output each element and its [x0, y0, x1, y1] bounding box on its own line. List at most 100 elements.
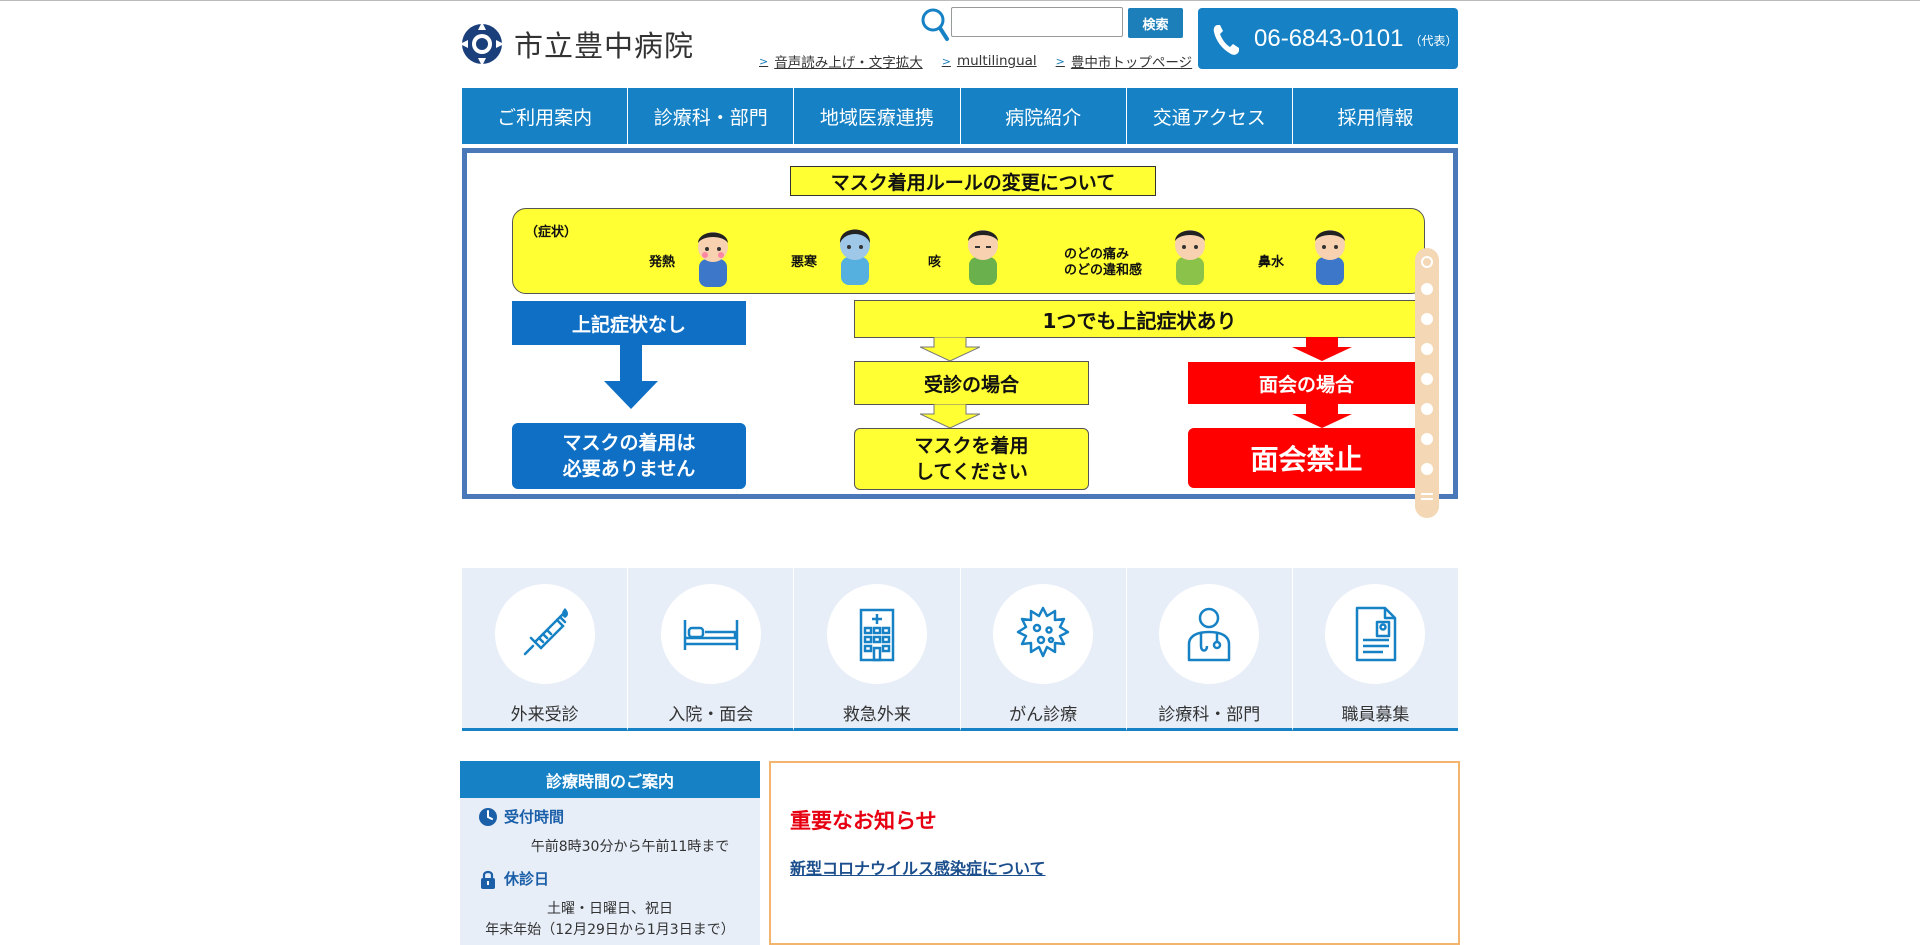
clock-icon	[479, 807, 497, 826]
phone-icon	[1213, 24, 1239, 55]
visit-case-box: 面会の場合	[1188, 362, 1425, 404]
reception-time-heading: 受付時間	[478, 806, 564, 827]
down-arrow-blue-icon	[604, 345, 658, 409]
hospital-building-icon	[859, 608, 895, 662]
down-arrow-yellow-icon	[920, 404, 980, 428]
notice-title: 重要なお知らせ	[790, 809, 937, 833]
closed-days-text: 土曜・日曜日、祝日	[547, 901, 673, 917]
category-tiles: 外来受診 入院・面会 救急外来 がん診療 診療科・部門 職員募集	[462, 568, 1459, 731]
symptom-sore-throat: のどの痛み	[1064, 247, 1130, 262]
search-icon	[921, 8, 949, 41]
symptom-label: （症状）	[525, 225, 578, 240]
hours-title: 診療時間のご案内	[460, 761, 760, 798]
slide-dot[interactable]	[1421, 313, 1433, 325]
symptom-throat-discomfort: のどの違和感	[1064, 263, 1143, 278]
reception-time-text: 午前8時30分から午前11時まで	[530, 839, 730, 855]
closed-days-heading: 休診日	[478, 868, 549, 889]
phone-box[interactable]: 06-6843-0101 （代表）	[1198, 8, 1458, 69]
bed-icon	[683, 620, 738, 650]
tile-label: 救急外来	[842, 705, 911, 725]
tile-outpatient[interactable]: 外来受診	[462, 568, 629, 731]
nav-item-regional-cooperation[interactable]: 地域医療連携	[794, 88, 961, 144]
nav-item-recruit[interactable]: 採用情報	[1293, 88, 1458, 144]
sore-throat-person-icon	[1175, 230, 1205, 285]
any-symptom-box: 1つでも上記症状あり	[854, 300, 1425, 338]
symptom-fever: 発熱	[649, 255, 676, 270]
util-link-multilingual[interactable]: > multilingual	[942, 51, 1037, 71]
slide-dot[interactable]	[1421, 403, 1433, 415]
tile-label: 診療科・部門	[1158, 705, 1261, 725]
symptom-runny-nose: 鼻水	[1258, 255, 1285, 270]
down-arrow-red-icon	[1292, 404, 1352, 428]
nav-item-access[interactable]: 交通アクセス	[1127, 88, 1293, 144]
slide-dot[interactable]	[1421, 283, 1433, 295]
slide-dot[interactable]	[1421, 343, 1433, 355]
slide-dot[interactable]	[1421, 463, 1433, 475]
util-link-city-top[interactable]: > 豊中市トップページ	[1055, 51, 1192, 72]
tile-icon-circle	[494, 584, 595, 684]
search-input[interactable]	[951, 7, 1123, 37]
chevron-right-icon: >	[759, 54, 769, 68]
down-arrow-yellow-icon	[920, 337, 980, 361]
tile-label: 入院・面会	[668, 705, 754, 725]
nav-item-guide[interactable]: ご利用案内	[462, 88, 629, 144]
tile-label: がん診療	[1009, 705, 1078, 725]
search-button[interactable]: 検索	[1128, 8, 1183, 38]
pause-icon[interactable]	[1421, 493, 1433, 495]
important-notice-panel: 重要なお知らせ 新型コロナウイルス感染症について	[769, 761, 1460, 945]
slide-dot[interactable]	[1421, 373, 1433, 385]
symptom-box: （症状） 発熱 悪寒 咳 のどの痛み のどの違和感 鼻水	[512, 208, 1425, 294]
no-mask-needed-box: マスクの着用は 必要ありません	[512, 423, 746, 489]
chevron-right-icon: >	[941, 54, 951, 68]
syringe-icon	[523, 608, 568, 656]
cough-person-icon	[968, 230, 998, 285]
symptom-chills: 悪寒	[791, 255, 818, 270]
lock-icon	[481, 870, 495, 889]
tile-label: 職員募集	[1341, 705, 1410, 725]
nav-item-about[interactable]: 病院紹介	[961, 88, 1127, 144]
logo-mark-icon	[460, 22, 504, 66]
hospital-logo[interactable]: 市立豊中病院	[460, 22, 694, 66]
utility-links: > 音声読み上げ・文字拡大 > multilingual > 豊中市トップページ	[759, 51, 1211, 71]
tile-icon-circle	[660, 584, 761, 684]
pause-icon-bar	[1421, 498, 1433, 500]
tile-cancer-care[interactable]: がん診療	[960, 568, 1127, 731]
chevron-right-icon: >	[1055, 54, 1065, 68]
global-nav: ご利用案内 診療科・部門 地域医療連携 病院紹介 交通アクセス 採用情報	[462, 88, 1458, 144]
slide-dot-active[interactable]	[1421, 256, 1433, 268]
no-symptom-box: 上記症状なし	[512, 301, 746, 345]
tile-icon-circle	[1325, 584, 1426, 684]
tile-label: 外来受診	[510, 705, 579, 725]
down-arrow-red-icon	[1292, 337, 1352, 361]
phone-note: （代表）	[1409, 34, 1458, 48]
banner-title: マスク着用ルールの変更について	[790, 166, 1156, 196]
page-container: 市立豊中病院 検索 > 音声読み上げ・文字拡大 > multilingual >…	[460, 0, 1460, 945]
tile-departments[interactable]: 診療科・部門	[1126, 568, 1293, 731]
logo-text: 市立豊中病院	[514, 29, 695, 63]
tile-emergency[interactable]: 救急外来	[794, 568, 961, 731]
main-banner-slide[interactable]: マスク着用ルールの変更について （症状） 発熱 悪寒 咳 のどの痛み のどの違和…	[462, 148, 1458, 499]
cancer-cell-icon	[1016, 606, 1070, 658]
tile-inpatient[interactable]: 入院・面会	[628, 568, 795, 731]
tile-icon-circle	[826, 584, 927, 684]
slide-pager	[1415, 248, 1439, 518]
resume-document-icon	[1356, 606, 1397, 662]
fever-person-icon	[698, 232, 728, 287]
tile-icon-circle	[1159, 584, 1260, 684]
tile-icon-circle	[993, 584, 1094, 684]
doctor-icon	[1188, 607, 1231, 662]
nav-item-departments[interactable]: 診療科・部門	[628, 88, 795, 144]
no-visit-box: 面会禁止	[1188, 428, 1425, 488]
tile-recruit[interactable]: 職員募集	[1292, 568, 1459, 731]
symptom-cough: 咳	[928, 255, 942, 270]
slide-dot[interactable]	[1421, 433, 1433, 445]
closed-days-text-newyear: 年末年始（12月29日から1月3日まで）	[485, 922, 735, 938]
phone-number: 06-6843-0101	[1254, 24, 1404, 52]
chills-person-icon	[839, 229, 871, 285]
runny-nose-person-icon	[1315, 230, 1345, 285]
notice-link-covid[interactable]: 新型コロナウイルス感染症について	[790, 855, 1046, 879]
util-link-accessibility[interactable]: > 音声読み上げ・文字拡大	[759, 51, 923, 72]
consultation-hours-panel: 診療時間のご案内 受付時間 午前8時30分から午前11時まで 休診日 土曜・日曜…	[460, 761, 760, 945]
consult-case-box: 受診の場合	[854, 361, 1089, 405]
wear-mask-box: マスクを着用 してください	[854, 428, 1089, 490]
